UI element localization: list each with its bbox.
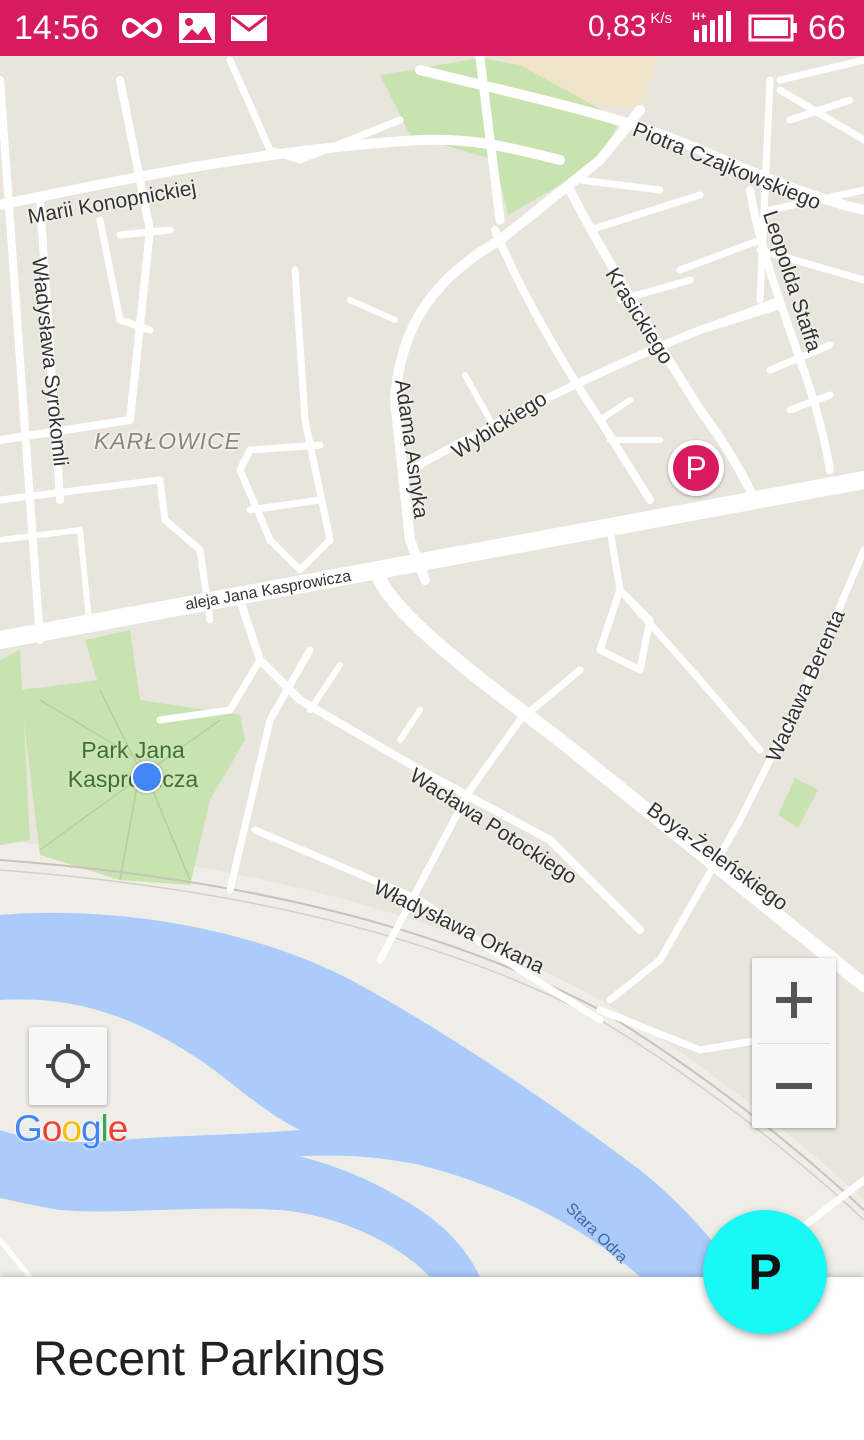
signal-icon: H+ [692, 10, 734, 49]
minus-icon [776, 1083, 812, 1089]
google-logo-letter: G [14, 1108, 43, 1149]
zoom-in-button[interactable] [752, 958, 836, 1042]
add-parking-fab[interactable]: P [703, 1210, 827, 1334]
image-icon [178, 12, 216, 49]
plus-icon [776, 982, 812, 1018]
infinity-icon [118, 14, 166, 47]
district-label: KARŁOWICE [94, 428, 242, 454]
status-time: 14:56 [14, 9, 100, 47]
google-logo-letter: o [41, 1108, 63, 1149]
svg-text:H+: H+ [692, 11, 706, 23]
network-speed: 0,83 K/s [588, 10, 673, 43]
google-logo-letter: l [100, 1108, 109, 1149]
google-logo-letter: e [107, 1108, 129, 1149]
google-logo-letter: o [61, 1108, 82, 1149]
parking-marker-label: P [673, 445, 719, 491]
battery-level: 66 [808, 9, 846, 47]
speed-unit: K/s [650, 10, 673, 27]
parking-marker[interactable]: P [668, 440, 724, 496]
google-logo: Google [14, 1108, 129, 1150]
zoom-out-button[interactable] [752, 1044, 836, 1128]
my-location-button[interactable] [29, 1027, 107, 1105]
crosshair-icon [46, 1044, 90, 1088]
mail-icon [230, 14, 268, 47]
battery-icon [748, 14, 798, 47]
google-logo-letter: g [80, 1108, 102, 1149]
status-bar: 14:56 0,83 K/s H+ 66 [0, 0, 864, 56]
zoom-controls [752, 958, 836, 1128]
sheet-title: Recent Parkings [33, 1333, 386, 1386]
map-canvas [0, 56, 864, 1277]
map-view[interactable]: Marii Konopnickiej Piotra Czajkowskiego … [0, 56, 864, 1277]
my-location-dot [131, 761, 163, 793]
